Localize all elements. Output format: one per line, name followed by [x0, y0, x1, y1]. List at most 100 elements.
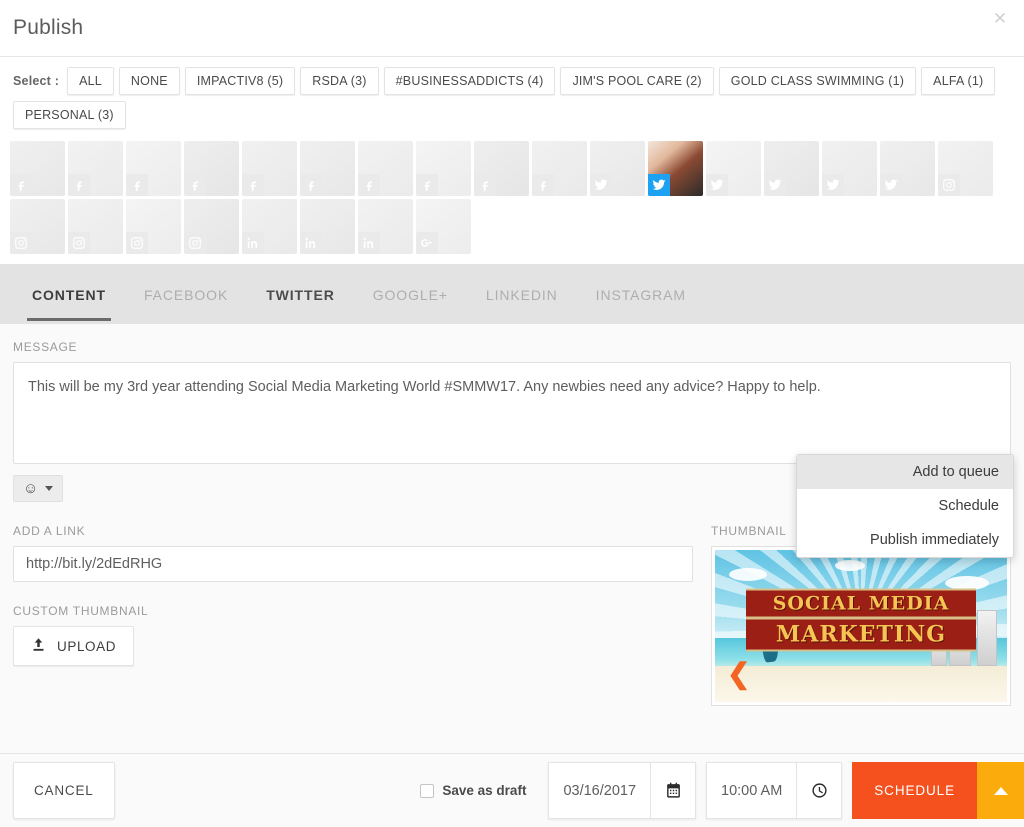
facebook-icon	[242, 174, 264, 196]
tab-facebook[interactable]: FACEBOOK	[125, 268, 247, 321]
emoji-picker-button[interactable]: ☺	[13, 475, 64, 502]
googleplus-icon	[416, 232, 438, 254]
social-account-avatar[interactable]	[358, 141, 413, 196]
message-input[interactable]	[13, 362, 1011, 464]
social-account-avatar[interactable]	[10, 199, 65, 254]
thumbnail-image: SOCIAL MEDIA MARKETING ❮	[715, 550, 1007, 702]
checkbox-box	[420, 783, 435, 798]
social-account-avatar[interactable]	[358, 199, 413, 254]
social-account-avatar[interactable]	[242, 199, 297, 254]
instagram-icon	[184, 232, 206, 254]
social-account-avatar[interactable]	[532, 141, 587, 196]
caret-up-icon	[993, 786, 1008, 795]
social-account-avatar[interactable]	[590, 141, 645, 196]
clock-icon[interactable]	[797, 762, 843, 819]
building-shape	[977, 609, 997, 666]
filter-chip[interactable]: PERSONAL (3)	[13, 101, 126, 129]
date-picker-group: 03/16/2017	[548, 762, 697, 819]
message-label: MESSAGE	[13, 340, 78, 354]
tab-content[interactable]: CONTENT	[13, 268, 125, 321]
filter-chip[interactable]: #BUSINESSADDICTS (4)	[383, 67, 556, 95]
facebook-icon	[300, 174, 322, 196]
facebook-icon	[358, 174, 380, 196]
cancel-button[interactable]: CANCEL	[13, 762, 115, 819]
twitter-icon	[880, 174, 902, 196]
tab-linkedin[interactable]: LINKEDIN	[467, 268, 577, 321]
social-account-avatar[interactable]	[126, 199, 181, 254]
social-account-avatar[interactable]	[300, 199, 355, 254]
instagram-icon	[938, 174, 960, 196]
social-account-avatar[interactable]	[300, 141, 355, 196]
filter-chip[interactable]: JIM'S POOL CARE (2)	[560, 67, 714, 95]
social-account-avatar[interactable]	[184, 199, 239, 254]
dialog-titlebar: Publish ✕	[0, 0, 1024, 57]
facebook-icon	[126, 174, 148, 196]
social-account-avatar[interactable]	[68, 199, 123, 254]
filter-chip[interactable]: GOLD CLASS SWIMMING (1)	[718, 67, 917, 95]
schedule-button[interactable]: SCHEDULE	[852, 762, 977, 819]
footer-actions: Save as draft 03/16/2017 10:00 AM SCHEDU…	[420, 762, 1024, 819]
dropdown-item[interactable]: Schedule	[797, 489, 1013, 523]
social-account-avatar[interactable]	[10, 141, 65, 196]
save-as-draft-label: Save as draft	[442, 783, 527, 798]
tab-twitter[interactable]: TWITTER	[247, 268, 354, 321]
publish-mode-dropdown: Add to queue Schedule Publish immediately	[796, 454, 1014, 558]
select-label: Select :	[13, 74, 60, 88]
dropdown-item[interactable]: Add to queue	[797, 455, 1013, 489]
account-row-1	[10, 141, 1014, 196]
date-input[interactable]: 03/16/2017	[548, 762, 652, 819]
social-account-grid	[0, 135, 1024, 264]
time-input[interactable]: 10:00 AM	[706, 762, 798, 819]
link-column: ADD A LINK CUSTOM THUMBNAIL UPLOAD	[13, 524, 693, 706]
close-icon[interactable]: ✕	[989, 8, 1011, 30]
filter-chip[interactable]: ALFA (1)	[921, 67, 996, 95]
thumbnail-preview[interactable]: SOCIAL MEDIA MARKETING ❮	[711, 546, 1011, 706]
twitter-icon	[764, 174, 786, 196]
tab-instagram[interactable]: INSTAGRAM	[577, 268, 705, 321]
social-account-avatar[interactable]	[474, 141, 529, 196]
tab-google[interactable]: GOOGLE+	[354, 268, 467, 321]
link-input[interactable]	[13, 546, 693, 582]
calendar-icon[interactable]	[651, 762, 697, 819]
link-label: ADD A LINK	[13, 524, 86, 538]
save-as-draft-checkbox[interactable]: Save as draft	[420, 783, 526, 798]
facebook-icon	[68, 174, 90, 196]
social-account-avatar[interactable]	[416, 199, 471, 254]
instagram-icon	[126, 232, 148, 254]
chevron-left-icon[interactable]: ❮	[727, 660, 750, 688]
social-account-avatar[interactable]	[938, 141, 993, 196]
social-account-avatar[interactable]	[706, 141, 761, 196]
chevron-down-icon	[45, 486, 54, 491]
instagram-icon	[10, 232, 32, 254]
social-account-avatar[interactable]	[416, 141, 471, 196]
facebook-icon	[10, 174, 32, 196]
facebook-icon	[532, 174, 554, 196]
facebook-icon	[474, 174, 496, 196]
social-account-avatar[interactable]	[242, 141, 297, 196]
twitter-icon	[648, 174, 670, 196]
upload-icon	[31, 637, 46, 655]
filter-chip[interactable]: RSDA (3)	[300, 67, 379, 95]
facebook-icon	[416, 174, 438, 196]
upload-button[interactable]: UPLOAD	[13, 626, 135, 666]
cloud-icon	[835, 560, 865, 571]
social-account-avatar[interactable]	[822, 141, 877, 196]
social-account-avatar[interactable]	[880, 141, 935, 196]
dialog-footer: CANCEL Save as draft 03/16/2017 10:00 AM…	[0, 753, 1024, 827]
schedule-dropdown-toggle[interactable]	[977, 762, 1024, 819]
custom-thumbnail-label: CUSTOM THUMBNAIL	[13, 604, 149, 618]
filter-chip[interactable]: IMPACTIV8 (5)	[184, 67, 296, 95]
linkedin-icon	[358, 232, 380, 254]
dropdown-item[interactable]: Publish immediately	[797, 523, 1013, 557]
filter-chip[interactable]: ALL	[67, 67, 114, 95]
social-account-avatar[interactable]	[68, 141, 123, 196]
account-row-2	[10, 199, 1014, 254]
social-account-avatar[interactable]	[764, 141, 819, 196]
social-account-avatar[interactable]	[126, 141, 181, 196]
social-account-avatar[interactable]	[184, 141, 239, 196]
filter-chip[interactable]: NONE	[118, 67, 180, 95]
page-title: Publish	[13, 16, 84, 39]
social-account-avatar[interactable]	[648, 141, 703, 196]
linkedin-icon	[242, 232, 264, 254]
thumbnail-sand	[715, 665, 1007, 702]
